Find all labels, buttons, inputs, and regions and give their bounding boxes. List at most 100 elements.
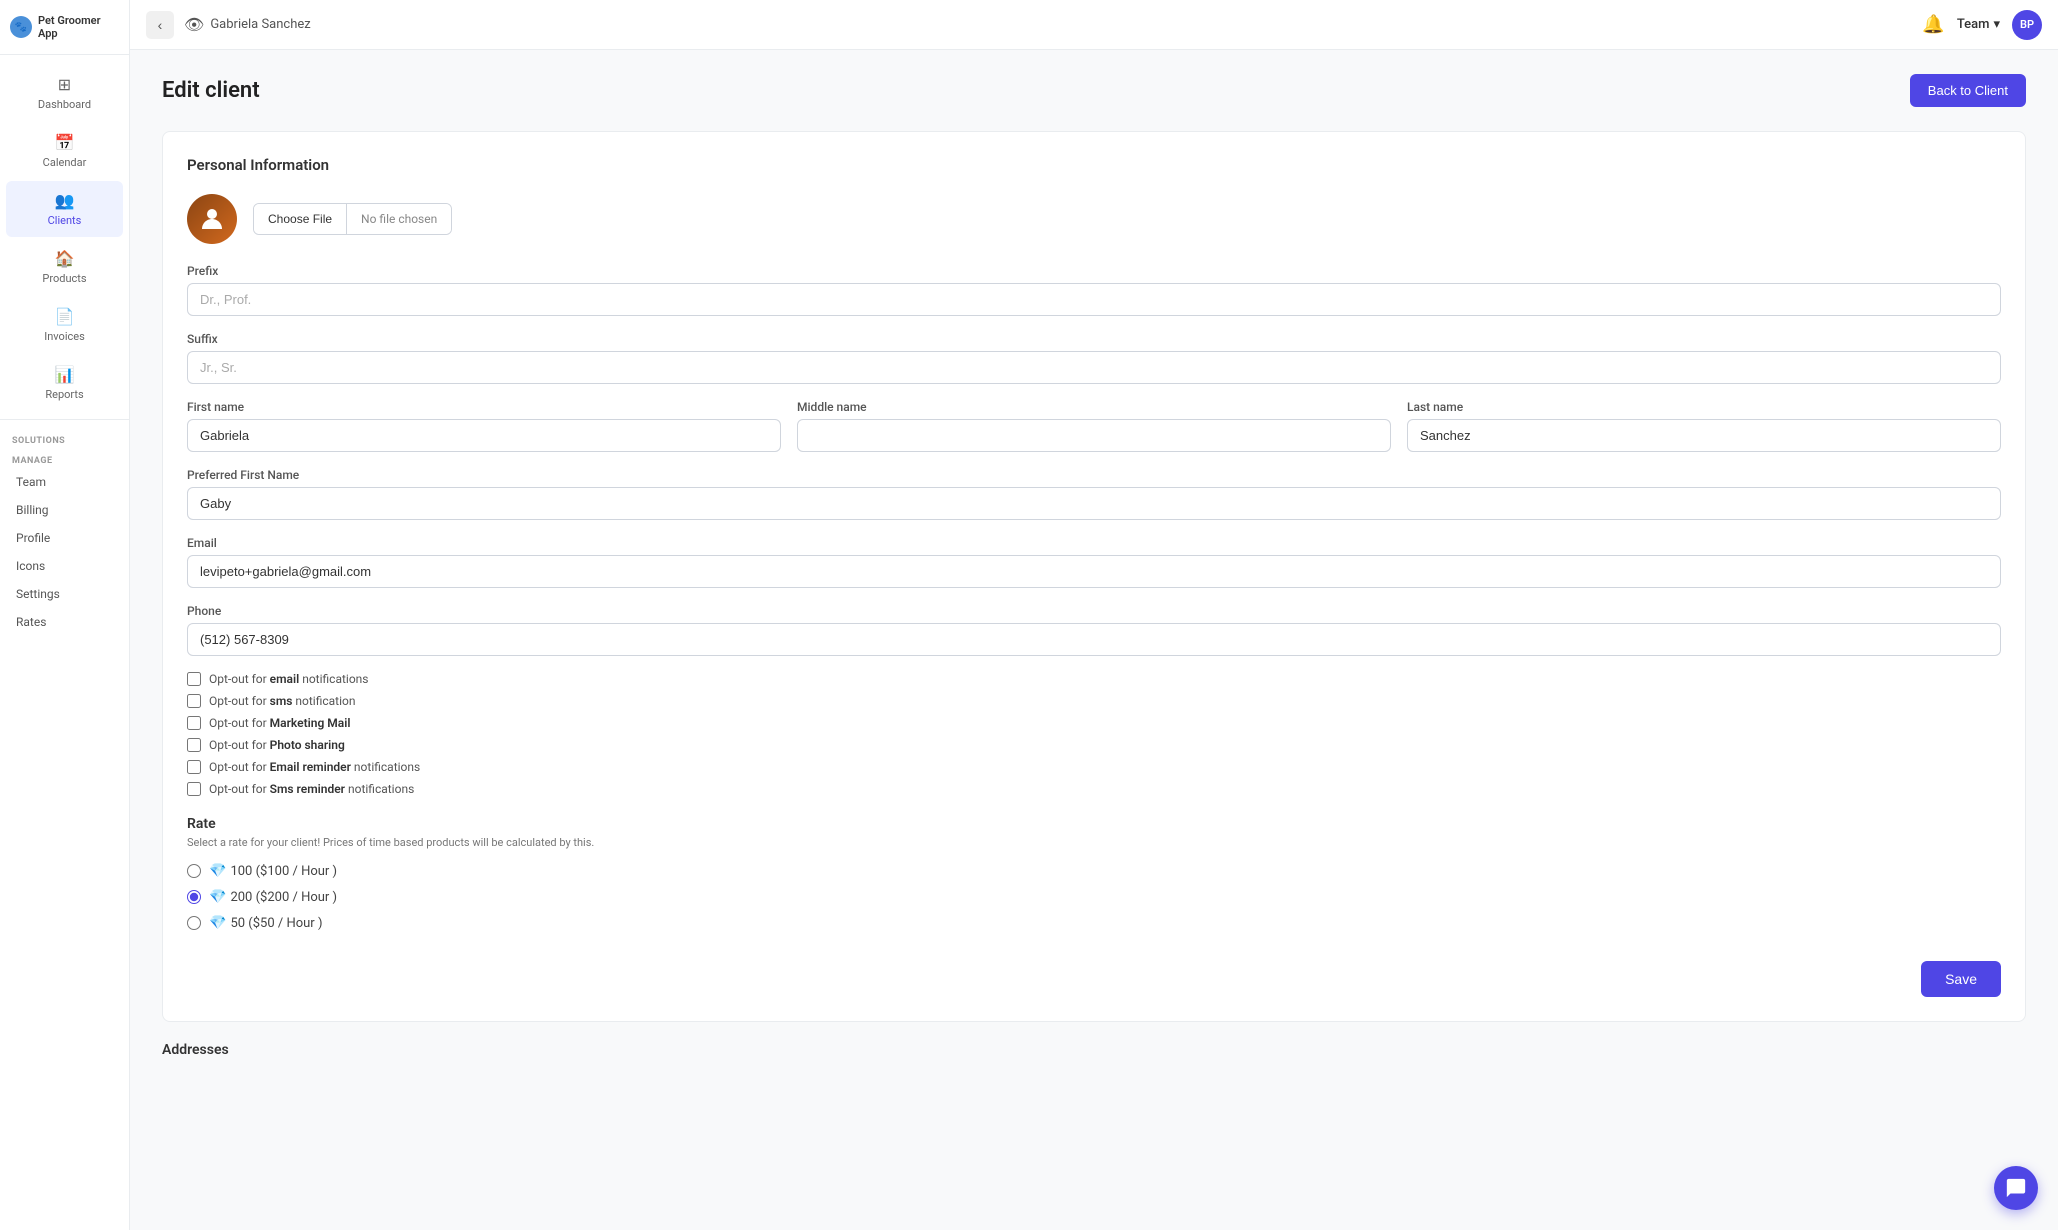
chat-bubble[interactable]: [1994, 1166, 2038, 1210]
opt-out-sms-reminder-checkbox[interactable]: [187, 782, 201, 796]
dashboard-icon: ⊞: [58, 75, 71, 94]
sidebar-item-icons[interactable]: Icons: [0, 552, 129, 580]
sidebar-item-team[interactable]: Team: [0, 468, 129, 496]
sidebar: 🐾 Pet Groomer App ⊞ Dashboard 📅 Calendar…: [0, 0, 130, 1230]
preferred-name-group: Preferred First Name: [187, 468, 2001, 520]
prefix-input[interactable]: [187, 283, 2001, 316]
sidebar-item-billing[interactable]: Billing: [0, 496, 129, 524]
last-name-input[interactable]: [1407, 419, 2001, 452]
preferred-name-input[interactable]: [187, 487, 2001, 520]
sidebar-item-settings[interactable]: Settings: [0, 580, 129, 608]
file-input-wrapper: Choose File No file chosen: [253, 203, 452, 235]
save-button[interactable]: Save: [1921, 961, 2001, 997]
avatar[interactable]: BP: [2012, 10, 2042, 40]
clients-icon: 👥: [55, 191, 75, 210]
calendar-icon: 📅: [55, 133, 75, 152]
page-header: Edit client Back to Client: [162, 74, 2026, 107]
prefix-row: Prefix: [187, 264, 2001, 316]
rate-label-50: 50 ($50 / Hour ): [230, 916, 322, 931]
phone-label: Phone: [187, 604, 2001, 618]
phone-group: Phone: [187, 604, 2001, 656]
personal-info-section: Personal Information Choose File No file…: [162, 131, 2026, 1022]
opt-out-photo: Opt-out for Photo sharing: [187, 738, 2001, 752]
opt-out-marketing: Opt-out for Marketing Mail: [187, 716, 2001, 730]
gem-icon: 💎: [209, 863, 226, 879]
middle-name-group: Middle name: [797, 400, 1391, 452]
rate-option-50: 💎 50 ($50 / Hour ): [187, 915, 2001, 931]
rate-badge-100: 💎 100 ($100 / Hour ): [209, 863, 337, 879]
opt-out-photo-checkbox[interactable]: [187, 738, 201, 752]
opt-out-sms-checkbox[interactable]: [187, 694, 201, 708]
file-no-chosen-label: No file chosen: [347, 204, 451, 234]
back-to-client-button[interactable]: Back to Client: [1910, 74, 2026, 107]
app-logo: 🐾 Pet Groomer App: [0, 0, 129, 55]
first-name-input[interactable]: [187, 419, 781, 452]
section-title: Personal Information: [187, 156, 2001, 174]
sidebar-item-clients[interactable]: 👥 Clients: [6, 181, 123, 237]
rate-label-100: 100 ($100 / Hour ): [230, 864, 337, 879]
opt-out-marketing-label: Opt-out for Marketing Mail: [209, 716, 350, 730]
rate-radio-100[interactable]: [187, 864, 201, 878]
rate-badge-50: 💎 50 ($50 / Hour ): [209, 915, 322, 931]
rate-badge-200: 💎 200 ($200 / Hour ): [209, 889, 337, 905]
middle-name-input[interactable]: [797, 419, 1391, 452]
team-menu[interactable]: Team ▾: [1957, 17, 2000, 32]
opt-out-list: Opt-out for email notifications Opt-out …: [187, 672, 2001, 796]
sidebar-item-label: Icons: [16, 559, 45, 573]
topbar: ‹ 👁 Gabriela Sanchez 🔔 Team ▾ BP: [130, 0, 2058, 50]
addresses-title: Addresses: [162, 1042, 2026, 1058]
opt-out-photo-label: Opt-out for Photo sharing: [209, 738, 345, 752]
choose-file-button[interactable]: Choose File: [254, 204, 347, 234]
opt-out-email-checkbox[interactable]: [187, 672, 201, 686]
page-title: Edit client: [162, 78, 260, 103]
opt-out-email-reminder-label: Opt-out for Email reminder notifications: [209, 760, 420, 774]
sidebar-item-label: Dashboard: [38, 98, 91, 111]
bell-icon[interactable]: 🔔: [1922, 14, 1944, 35]
rate-radio-50[interactable]: [187, 916, 201, 930]
opt-out-marketing-checkbox[interactable]: [187, 716, 201, 730]
breadcrumb-text: Gabriela Sanchez: [210, 17, 310, 32]
last-name-group: Last name: [1407, 400, 2001, 452]
email-label: Email: [187, 536, 2001, 550]
opt-out-sms: Opt-out for sms notification: [187, 694, 2001, 708]
sidebar-item-label: Billing: [16, 503, 49, 517]
opt-out-email-label: Opt-out for email notifications: [209, 672, 368, 686]
sidebar-item-profile[interactable]: Profile: [0, 524, 129, 552]
email-input[interactable]: [187, 555, 2001, 588]
sidebar-item-label: Calendar: [43, 156, 87, 169]
sidebar-item-label: Settings: [16, 587, 60, 601]
sidebar-item-label: Profile: [16, 531, 50, 545]
invoices-icon: 📄: [55, 307, 75, 326]
opt-out-email-reminder-checkbox[interactable]: [187, 760, 201, 774]
topbar-right: 🔔 Team ▾ BP: [1922, 10, 2042, 40]
sidebar-item-rates[interactable]: Rates: [0, 608, 129, 636]
gem-icon-50: 💎: [209, 915, 226, 931]
sidebar-item-dashboard[interactable]: ⊞ Dashboard: [6, 65, 123, 121]
first-name-label: First name: [187, 400, 781, 414]
rate-radio-200[interactable]: [187, 890, 201, 904]
eye-icon: 👁: [184, 15, 204, 34]
opt-out-sms-reminder: Opt-out for Sms reminder notifications: [187, 782, 2001, 796]
sidebar-item-label: Rates: [16, 615, 46, 629]
manage-label: Manage: [0, 448, 129, 468]
prefix-label: Prefix: [187, 264, 2001, 278]
main-wrapper: ‹ 👁 Gabriela Sanchez 🔔 Team ▾ BP Edit cl…: [130, 0, 2058, 1230]
solutions-label: Solutions: [0, 428, 129, 448]
content-area: Edit client Back to Client Personal Info…: [130, 50, 2058, 1230]
team-label: Team: [1957, 17, 1990, 32]
preferred-name-row: Preferred First Name: [187, 468, 2001, 520]
suffix-input[interactable]: [187, 351, 2001, 384]
rate-title: Rate: [187, 816, 2001, 832]
opt-out-sms-label: Opt-out for sms notification: [209, 694, 356, 708]
sidebar-item-products[interactable]: 🏠 Products: [6, 239, 123, 295]
collapse-sidebar-button[interactable]: ‹: [146, 11, 174, 39]
photo-upload-row: Choose File No file chosen: [187, 194, 2001, 244]
email-group: Email: [187, 536, 2001, 588]
sidebar-item-invoices[interactable]: 📄 Invoices: [6, 297, 123, 353]
phone-input[interactable]: [187, 623, 2001, 656]
sidebar-item-reports[interactable]: 📊 Reports: [6, 355, 123, 411]
sidebar-nav: ⊞ Dashboard 📅 Calendar 👥 Clients 🏠 Produ…: [0, 55, 129, 1230]
rate-option-200: 💎 200 ($200 / Hour ): [187, 889, 2001, 905]
logo-icon: 🐾: [10, 16, 32, 38]
sidebar-item-calendar[interactable]: 📅 Calendar: [6, 123, 123, 179]
